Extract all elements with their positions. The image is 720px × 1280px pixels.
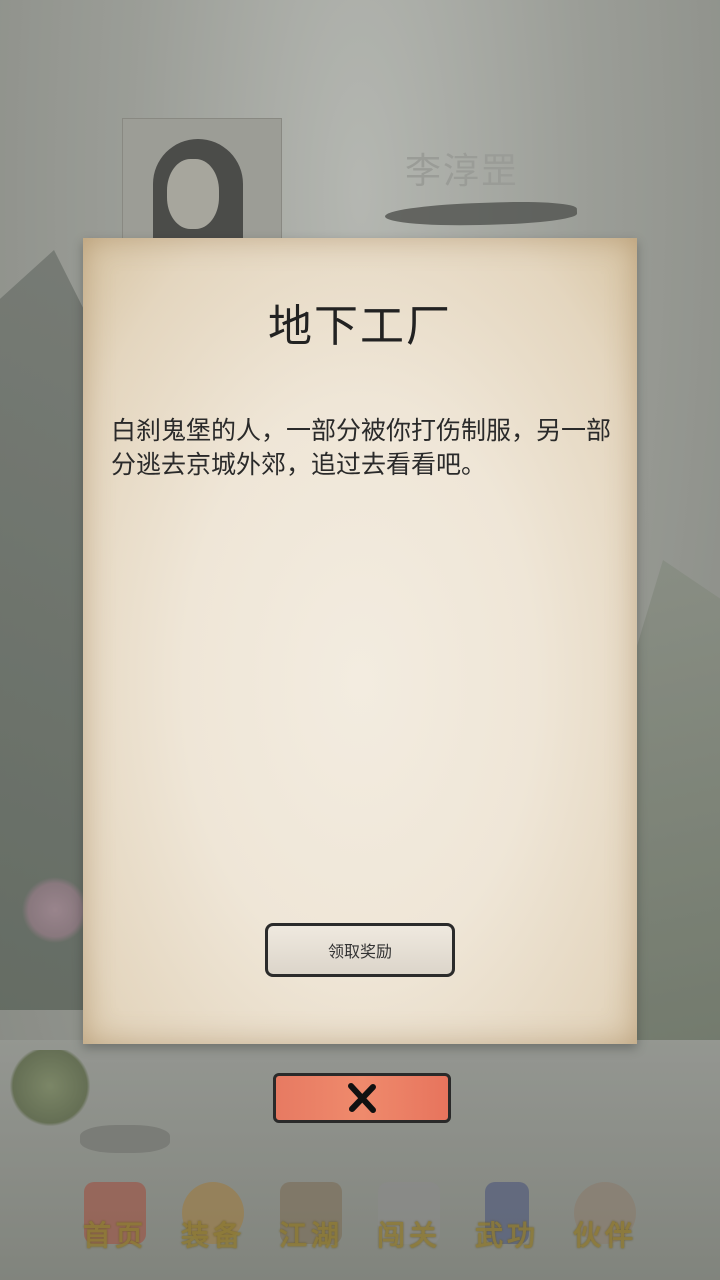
nav-challenge[interactable]: 闯关 [369,1174,449,1264]
nav-equipment[interactable]: 装备 [173,1174,253,1264]
dialog-body: 白刹鬼堡的人，一部分被你打伤制服，另一部分逃去京城外郊，追过去看看吧。 [111,416,612,479]
nav-home[interactable]: 首页 [75,1174,155,1264]
quest-dialog: 地下工厂 白刹鬼堡的人，一部分被你打伤制服，另一部分逃去京城外郊，追过去看看吧。… [83,238,637,1044]
claim-reward-button[interactable]: 领取奖励 [265,923,455,977]
nav-label: 闯关 [376,1219,441,1252]
bottom-nav: 首页 装备 江湖 闯关 武功 伙伴 [0,1158,720,1280]
nav-world[interactable]: 江湖 [271,1174,351,1264]
nav-label: 装备 [180,1219,245,1252]
nav-label: 武功 [474,1219,539,1252]
dialog-title: 地下工厂 [268,301,452,352]
close-button[interactable] [273,1073,451,1123]
nav-label: 江湖 [278,1219,343,1252]
nav-martial-arts[interactable]: 武功 [467,1174,547,1264]
nav-label: 首页 [82,1219,147,1252]
nav-label: 伙伴 [572,1219,637,1252]
close-x-icon [348,1083,376,1113]
nav-companions[interactable]: 伙伴 [565,1174,645,1264]
